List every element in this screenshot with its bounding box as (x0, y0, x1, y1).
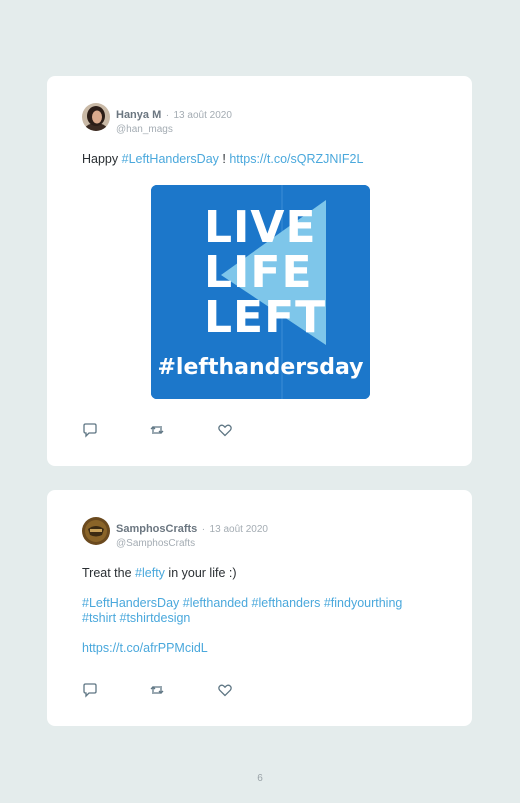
tweet-date[interactable]: 13 août 2020 (210, 524, 268, 535)
tweet-card: Hanya M · 13 août 2020 @han_mags Happy #… (47, 76, 472, 466)
tweet-paragraph: #LeftHandersDay #lefthanded #lefthanders… (82, 596, 452, 626)
hashtag-link[interactable]: #lefty (135, 566, 165, 580)
hashtag-links[interactable]: #LeftHandersDay #lefthanded #lefthanders… (82, 596, 402, 610)
image-line-1: LIVE (204, 202, 317, 253)
like-icon[interactable] (217, 422, 233, 438)
tweet-card: SamphosCrafts · 13 août 2020 @SamphosCra… (47, 490, 472, 726)
image-hashtag: #lefthandersday (157, 355, 364, 380)
tweet-text: Happy #LeftHandersDay ! https://t.co/sQR… (82, 152, 452, 167)
author-block: Hanya M · 13 août 2020 @han_mags (116, 105, 232, 135)
image-line-3: LEFT (204, 292, 327, 343)
text-segment: Happy (82, 152, 119, 166)
date-separator: · (201, 524, 206, 535)
image-line-2: LIFE (204, 247, 313, 298)
tweet-paragraph: https://t.co/afrPPMcidL (82, 641, 452, 656)
page-number: 6 (257, 773, 263, 784)
avatar[interactable] (82, 103, 110, 131)
tweet-text: Treat the #lefty in your life :) #LeftHa… (82, 566, 452, 671)
url-link[interactable]: https://t.co/sQRZJNIF2L (229, 152, 363, 166)
author-name[interactable]: Hanya M (116, 109, 161, 121)
retweet-icon[interactable] (149, 682, 165, 698)
like-icon[interactable] (217, 682, 233, 698)
text-segment: ! (222, 152, 226, 166)
reply-icon[interactable] (82, 682, 98, 698)
author-name[interactable]: SamphosCrafts (116, 523, 197, 535)
avatar[interactable] (82, 517, 110, 545)
tweet-image[interactable]: LIVE LIFE LEFT #lefthandersday (151, 185, 370, 399)
url-link[interactable]: https://t.co/afrPPMcidL (82, 641, 208, 655)
hashtag-link[interactable]: #LeftHandersDay (122, 152, 219, 166)
tweet-paragraph: Treat the #lefty in your life :) (82, 566, 452, 581)
author-handle[interactable]: @SamphosCrafts (116, 538, 268, 549)
tweet-date[interactable]: 13 août 2020 (174, 110, 232, 121)
retweet-icon[interactable] (149, 422, 165, 438)
reply-icon[interactable] (82, 422, 98, 438)
text-segment: Treat the (82, 566, 132, 580)
text-segment: in your life :) (168, 566, 237, 580)
author-handle[interactable]: @han_mags (116, 124, 232, 135)
date-separator: · (165, 110, 170, 121)
author-block: SamphosCrafts · 13 août 2020 @SamphosCra… (116, 519, 268, 549)
hashtag-links[interactable]: #tshirt #tshirtdesign (82, 611, 190, 625)
